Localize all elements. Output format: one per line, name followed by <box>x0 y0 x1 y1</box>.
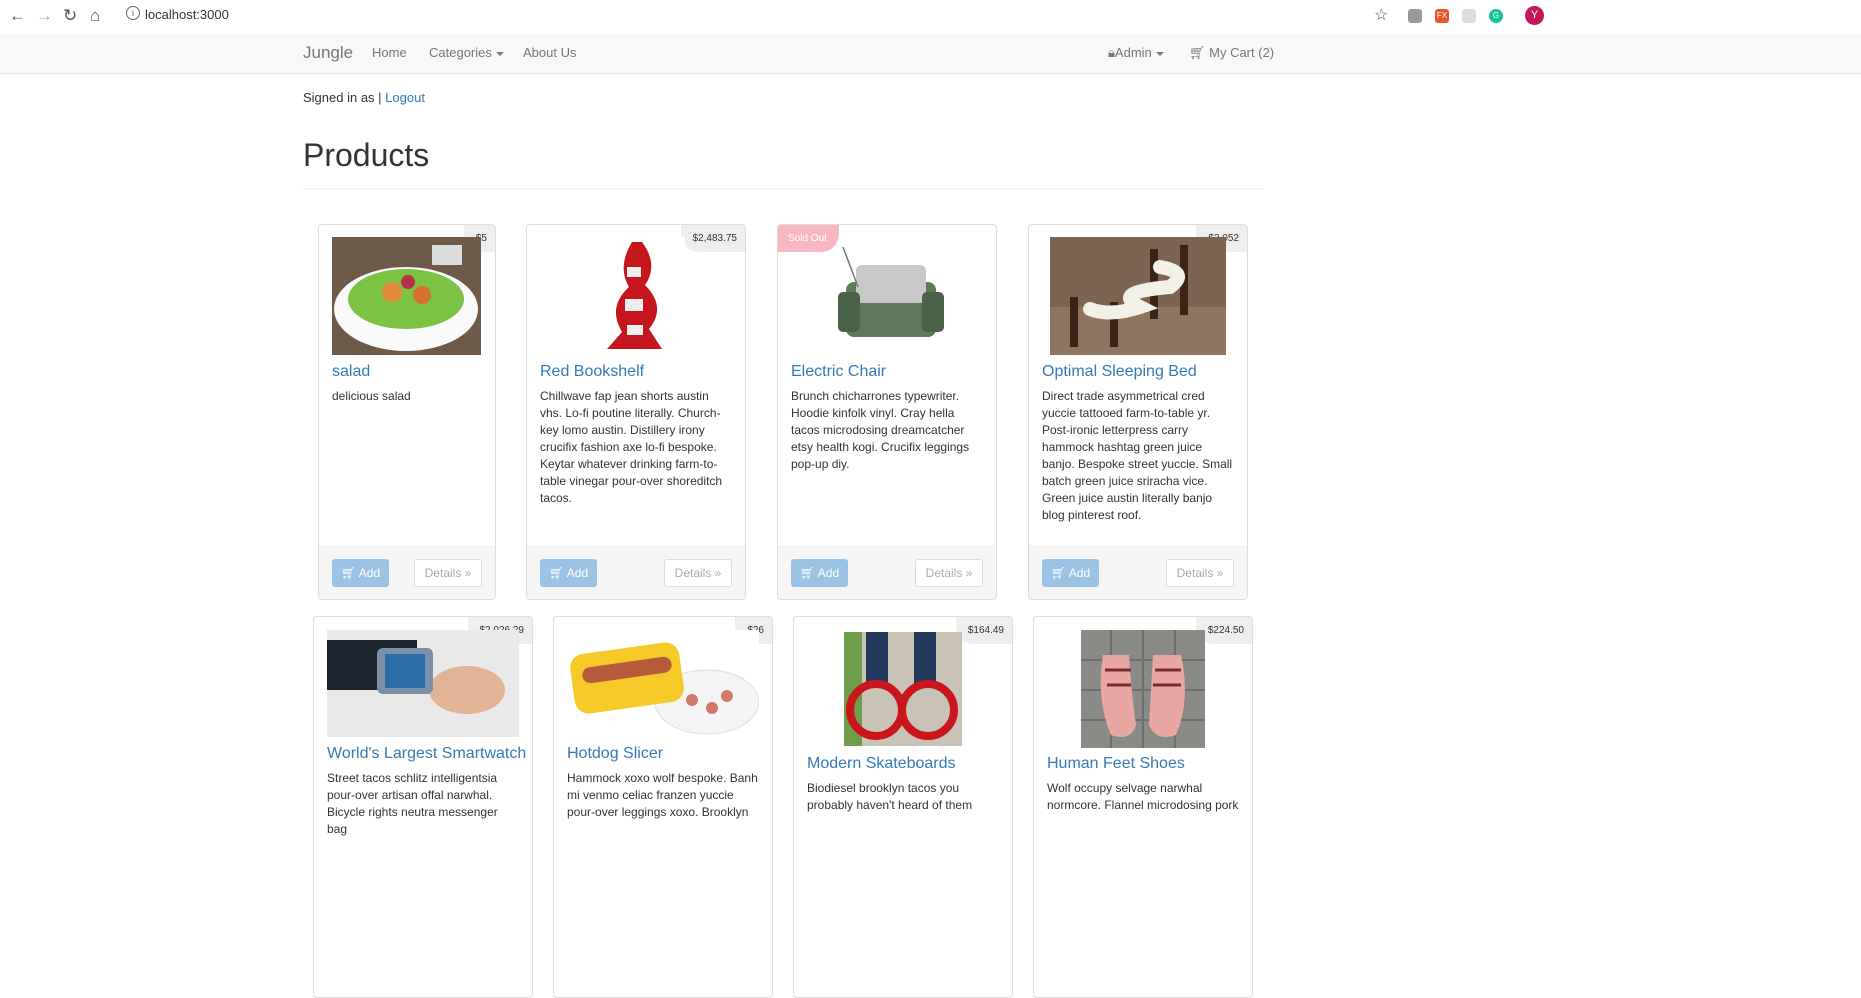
product-image[interactable] <box>587 237 685 355</box>
product-image[interactable] <box>828 237 946 355</box>
price-badge: $2,483.75 <box>680 225 745 252</box>
nav-about[interactable]: About Us <box>523 45 576 60</box>
product-description: delicious salad <box>332 389 411 403</box>
card-footer: 🛒︎ Add Details » <box>527 545 745 599</box>
details-button[interactable]: Details » <box>915 559 983 587</box>
details-button[interactable]: Details » <box>1166 559 1234 587</box>
title-divider <box>303 188 1264 189</box>
card-footer: 🛒︎ Add Details » <box>778 545 996 599</box>
product-name[interactable]: Red Bookshelf <box>540 363 644 381</box>
chevron-down-icon <box>495 51 504 56</box>
product-card: $3,052 Optimal Sleeping Bed Direct trade… <box>1028 224 1248 600</box>
cart-icon: 🛒︎ <box>1050 566 1067 580</box>
cast-icon[interactable] <box>1408 9 1422 23</box>
nav-admin-dropdown[interactable]: 🔒︎Admin <box>1108 45 1164 61</box>
product-card: $5 salad delicious salad 🛒︎ Add Details … <box>318 224 496 600</box>
add-label: Add <box>817 566 840 580</box>
forward-icon[interactable]: → <box>36 6 53 26</box>
reload-icon[interactable]: ↻ <box>63 6 77 26</box>
product-description: Street tacos schlitz intelligentsia pour… <box>327 771 498 836</box>
cart-icon: 🛒︎ <box>1189 45 1210 60</box>
back-icon[interactable]: ← <box>9 6 26 26</box>
product-name[interactable]: Hotdog Slicer <box>567 745 663 763</box>
product-image[interactable] <box>1050 237 1226 355</box>
nav-home[interactable]: Home <box>372 45 407 60</box>
profile-avatar[interactable]: Y <box>1525 6 1544 25</box>
site-info-icon[interactable]: i <box>126 6 140 20</box>
extension-icon[interactable] <box>1462 9 1476 23</box>
product-image[interactable] <box>1081 630 1205 748</box>
brand-link[interactable]: Jungle <box>303 43 353 63</box>
product-image[interactable] <box>332 237 481 355</box>
categories-label: Categories <box>429 45 492 60</box>
logout-link[interactable]: Logout <box>385 90 425 105</box>
cart-icon: 🛒︎ <box>340 566 357 580</box>
product-card: $224.50 Human Feet Shoes Wolf occupy sel… <box>1033 616 1253 998</box>
product-description: Biodiesel brooklyn tacos you probably ha… <box>807 781 973 812</box>
product-name[interactable]: Human Feet Shoes <box>1047 755 1185 773</box>
nav-cart[interactable]: 🛒︎ My Cart (2) <box>1189 45 1274 61</box>
browser-toolbar: ← → ↻ ⌂ i localhost:3000 ☆ FX G Y <box>0 0 1861 34</box>
card-footer: 🛒︎ Add Details » <box>319 545 495 599</box>
product-card: $164.49 Modern Skateboards Biodiesel bro… <box>793 616 1013 998</box>
product-image[interactable] <box>327 630 519 737</box>
nav-categories-dropdown[interactable]: Categories <box>429 45 504 60</box>
bookmark-star-icon[interactable]: ☆ <box>1374 6 1388 26</box>
add-label: Add <box>358 566 381 580</box>
extension-fx-icon[interactable]: FX <box>1435 9 1449 23</box>
add-label: Add <box>1068 566 1091 580</box>
product-description: Hammock xoxo wolf bespoke. Banh mi venmo… <box>567 771 758 819</box>
product-card: $26 Hotdog Slicer Hammock xoxo wolf besp… <box>553 616 773 998</box>
page-title: Products <box>303 137 430 173</box>
product-name[interactable]: Modern Skateboards <box>807 755 956 773</box>
product-card: $2,483.75 Red Bookshelf Chillwave fap je… <box>526 224 746 600</box>
product-name[interactable]: World's Largest Smartwatch <box>327 745 526 763</box>
admin-label: Admin <box>1114 45 1152 60</box>
session-status: Signed in as | Logout <box>303 90 425 105</box>
add-to-cart-button[interactable]: 🛒︎ Add <box>1042 559 1099 587</box>
product-card: $2,026.29 World's Largest Smartwatch Str… <box>313 616 533 998</box>
product-name[interactable]: salad <box>332 363 370 381</box>
product-name[interactable]: Electric Chair <box>791 363 886 381</box>
add-to-cart-button[interactable]: 🛒︎ Add <box>332 559 389 587</box>
product-description: Brunch chicharrones typewriter. Hoodie k… <box>791 389 970 471</box>
cart-icon: 🛒︎ <box>548 566 565 580</box>
home-icon[interactable]: ⌂ <box>90 6 100 26</box>
product-name[interactable]: Optimal Sleeping Bed <box>1042 363 1197 381</box>
add-label: Add <box>566 566 589 580</box>
navbar: Jungle Home Categories About Us 🔒︎Admin … <box>0 33 1861 74</box>
lock-icon: 🔒︎ <box>1108 45 1115 60</box>
cart-label: My Cart (2) <box>1209 45 1275 60</box>
product-image[interactable] <box>844 632 962 746</box>
add-to-cart-button[interactable]: 🛒︎ Add <box>540 559 597 587</box>
cart-icon: 🛒︎ <box>799 566 816 580</box>
signed-in-text: Signed in as | <box>303 90 382 105</box>
grammarly-icon[interactable]: G <box>1489 9 1503 23</box>
product-description: Chillwave fap jean shorts austin vhs. Lo… <box>540 389 723 505</box>
address-bar[interactable]: localhost:3000 <box>145 7 229 22</box>
add-to-cart-button[interactable]: 🛒︎ Add <box>791 559 848 587</box>
details-button[interactable]: Details » <box>414 559 482 587</box>
sold-out-badge: Sold Out <box>778 225 839 252</box>
product-description: Wolf occupy selvage narwhal normcore. Fl… <box>1047 781 1239 812</box>
price-badge: $164.49 <box>955 617 1012 644</box>
details-button[interactable]: Details » <box>664 559 732 587</box>
product-description: Direct trade asymmetrical cred yuccie ta… <box>1042 389 1233 522</box>
product-card: Sold Out Electric Chair Brunch chicharro… <box>777 224 997 600</box>
chevron-down-icon <box>1155 51 1164 56</box>
product-image[interactable] <box>567 630 759 737</box>
card-footer: 🛒︎ Add Details » <box>1029 545 1247 599</box>
